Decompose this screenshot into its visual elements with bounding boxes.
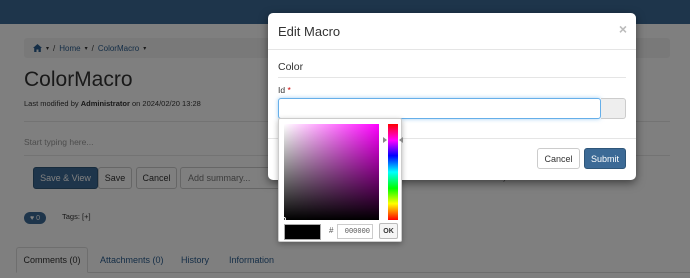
sv-handle[interactable] — [282, 217, 286, 221]
modal-title: Edit Macro — [278, 24, 341, 39]
ok-button[interactable]: OK — [379, 223, 398, 239]
id-input[interactable] — [278, 98, 601, 119]
color-swatch-button[interactable] — [601, 98, 626, 119]
hue-arrow-right-icon[interactable] — [399, 137, 403, 143]
modal-cancel-button[interactable]: Cancel — [537, 148, 580, 169]
saturation-value-area[interactable] — [284, 124, 379, 220]
color-picker: # 000000 OK — [278, 118, 403, 242]
hue-arrow-left-icon[interactable] — [383, 137, 387, 143]
id-label: Id * — [278, 85, 291, 95]
divider — [278, 77, 626, 78]
color-preview — [284, 224, 321, 240]
hue-slider[interactable] — [388, 124, 398, 220]
hash-label: # — [329, 226, 334, 235]
submit-button[interactable]: Submit — [584, 148, 626, 169]
hex-input[interactable]: 000000 — [337, 224, 373, 239]
required-mark: * — [287, 85, 291, 95]
close-icon[interactable]: × — [619, 21, 627, 37]
section-title: Color — [278, 61, 304, 73]
modal-header: Edit Macro × — [268, 13, 636, 50]
